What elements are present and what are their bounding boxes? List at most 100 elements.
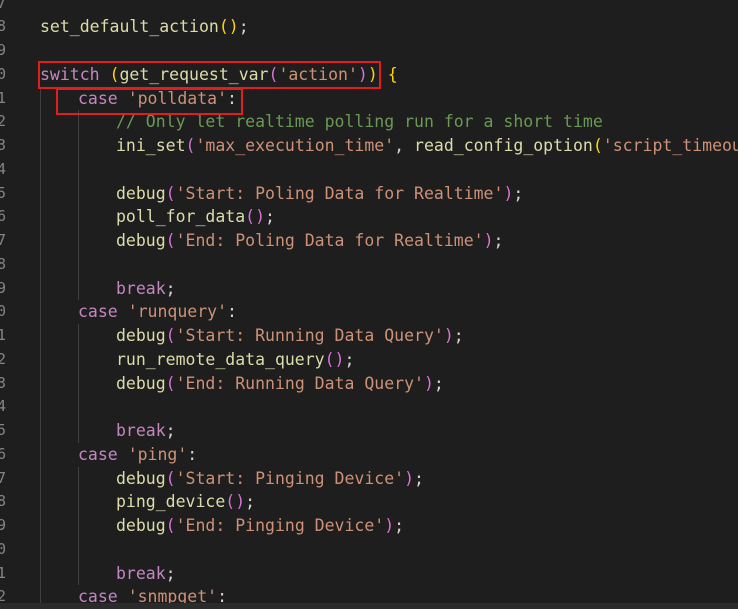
code-token: 'End: Running Data Query': [175, 373, 424, 393]
line-number: 1: [0, 326, 7, 344]
code-token: ;: [453, 326, 464, 345]
code-token: (: [165, 231, 176, 250]
line-number: 0: [0, 539, 7, 558]
code-token: (): [324, 349, 345, 369]
indent-guide: [78, 157, 79, 182]
indent-guide: [40, 157, 41, 182]
code-text: debug('Start: Poling Data for Realtime')…: [116, 182, 523, 206]
line-number: 1: [0, 563, 7, 582]
code-line[interactable]: 9: [0, 39, 738, 63]
code-editor[interactable]: 7 8 set_default_action(); 9 0 switch (get_req…: [0, 0, 738, 609]
indent-guide: [78, 134, 79, 158]
code-token: ;: [433, 373, 444, 393]
code-token: (: [165, 468, 176, 488]
code-line[interactable]: 4: [0, 395, 738, 419]
indent-guide: [78, 537, 79, 562]
code-token: // Only let realtime polling run for a s…: [116, 112, 603, 132]
code-token: ;: [394, 516, 405, 535]
case-polldata-highlight-box: [56, 88, 243, 115]
code-line[interactable]: 7 debug('End: Poling Data for Realtime');: [0, 229, 738, 253]
code-token: debug: [116, 183, 166, 203]
line-number: 7: [0, 0, 7, 12]
code-token: debug: [116, 231, 166, 250]
horizontal-scrollbar-track[interactable]: [0, 603, 738, 609]
code-text: debug('End: Running Data Query');: [116, 372, 444, 396]
code-token: debug: [116, 516, 166, 535]
code-line[interactable]: 0 case 'runquery':: [0, 300, 738, 324]
indent-guide: [78, 347, 79, 372]
code-line[interactable]: 0: [0, 537, 738, 562]
code-text: debug('End: Poling Data for Realtime');: [116, 229, 503, 253]
indent-guide: [78, 181, 79, 206]
line-number: 8: [0, 254, 7, 273]
indent-guide: [78, 561, 79, 586]
line-number: 7: [0, 231, 7, 249]
code-token: (): [218, 17, 239, 37]
code-line[interactable]: 8 ping_device();: [0, 490, 738, 514]
code-line[interactable]: 6 poll_for_data();: [0, 205, 738, 229]
code-token: :: [227, 302, 237, 322]
line-number: 4: [0, 397, 7, 416]
indent-guide: [78, 252, 79, 277]
code-token: 'max_execution_time': [195, 136, 395, 155]
line-number: 6: [0, 207, 7, 226]
code-token: (: [165, 183, 176, 203]
code-line[interactable]: 9 break;: [0, 276, 738, 301]
line-number: 9: [0, 278, 7, 297]
code-token: ;: [513, 183, 524, 203]
indent-guide: [40, 229, 41, 253]
code-token: break: [116, 563, 166, 583]
code-token: case: [78, 444, 118, 464]
code-token: ;: [165, 421, 176, 440]
line-number: 9: [0, 516, 7, 534]
code-line[interactable]: 5 debug('Start: Poling Data for Realtime'…: [0, 181, 738, 206]
code-text: break;: [116, 277, 176, 301]
code-token: ): [423, 373, 434, 393]
indent-guide: [40, 134, 41, 158]
indent-guide: [78, 395, 79, 419]
code-line[interactable]: 3 ini_set('max_execution_time', read_conf…: [0, 134, 738, 158]
code-token: ;: [165, 563, 176, 583]
indent-guide: [40, 347, 41, 372]
line-number: 8: [0, 17, 7, 36]
indent-guide: [78, 371, 79, 396]
code-line[interactable]: 2 run_remote_data_query();: [0, 347, 738, 372]
indent-guide: [40, 252, 41, 277]
code-token: :: [187, 444, 198, 464]
code-token: ): [503, 183, 514, 203]
code-line[interactable]: 7: [0, 0, 738, 15]
code-line[interactable]: 9 debug('End: Pinging Device');: [0, 514, 738, 538]
code-token: ;: [245, 492, 256, 512]
line-number: 7: [0, 468, 7, 487]
code-line[interactable]: 5 break;: [0, 419, 738, 443]
indent-guide: [40, 300, 41, 324]
code-line[interactable]: 7 debug('Start: Pinging Device');: [0, 466, 738, 491]
code-token: (: [165, 326, 176, 345]
indent-guide: [78, 229, 79, 253]
code-line[interactable]: 1 break;: [0, 561, 738, 586]
code-token: ;: [238, 17, 249, 37]
indent-guide: [40, 276, 41, 301]
line-number: 9: [0, 41, 7, 59]
code-line[interactable]: 4: [0, 157, 738, 182]
indent-guide: [40, 561, 41, 586]
code-token: ;: [265, 207, 275, 227]
code-line[interactable]: 8 set_default_action();: [0, 15, 738, 39]
code-line[interactable]: 8: [0, 252, 738, 277]
code-line[interactable]: 1 debug('Start: Running Data Query');: [0, 324, 738, 348]
code-token: 'Start: Running Data Query': [175, 326, 444, 345]
indent-guide: [78, 205, 79, 229]
code-text: break;: [116, 562, 176, 586]
line-number: 5: [0, 183, 7, 202]
code-line[interactable]: 3 debug('End: Running Data Query');: [0, 371, 738, 396]
code-text: poll_for_data();: [116, 205, 275, 229]
code-token: break: [116, 421, 166, 440]
code-token: run_remote_data_query: [116, 349, 325, 369]
code-token: case: [78, 302, 118, 322]
indent-guide: [40, 205, 41, 229]
indent-guide: [78, 466, 79, 491]
code-line[interactable]: 6 case 'ping':: [0, 442, 738, 467]
code-token: ;: [493, 231, 504, 250]
